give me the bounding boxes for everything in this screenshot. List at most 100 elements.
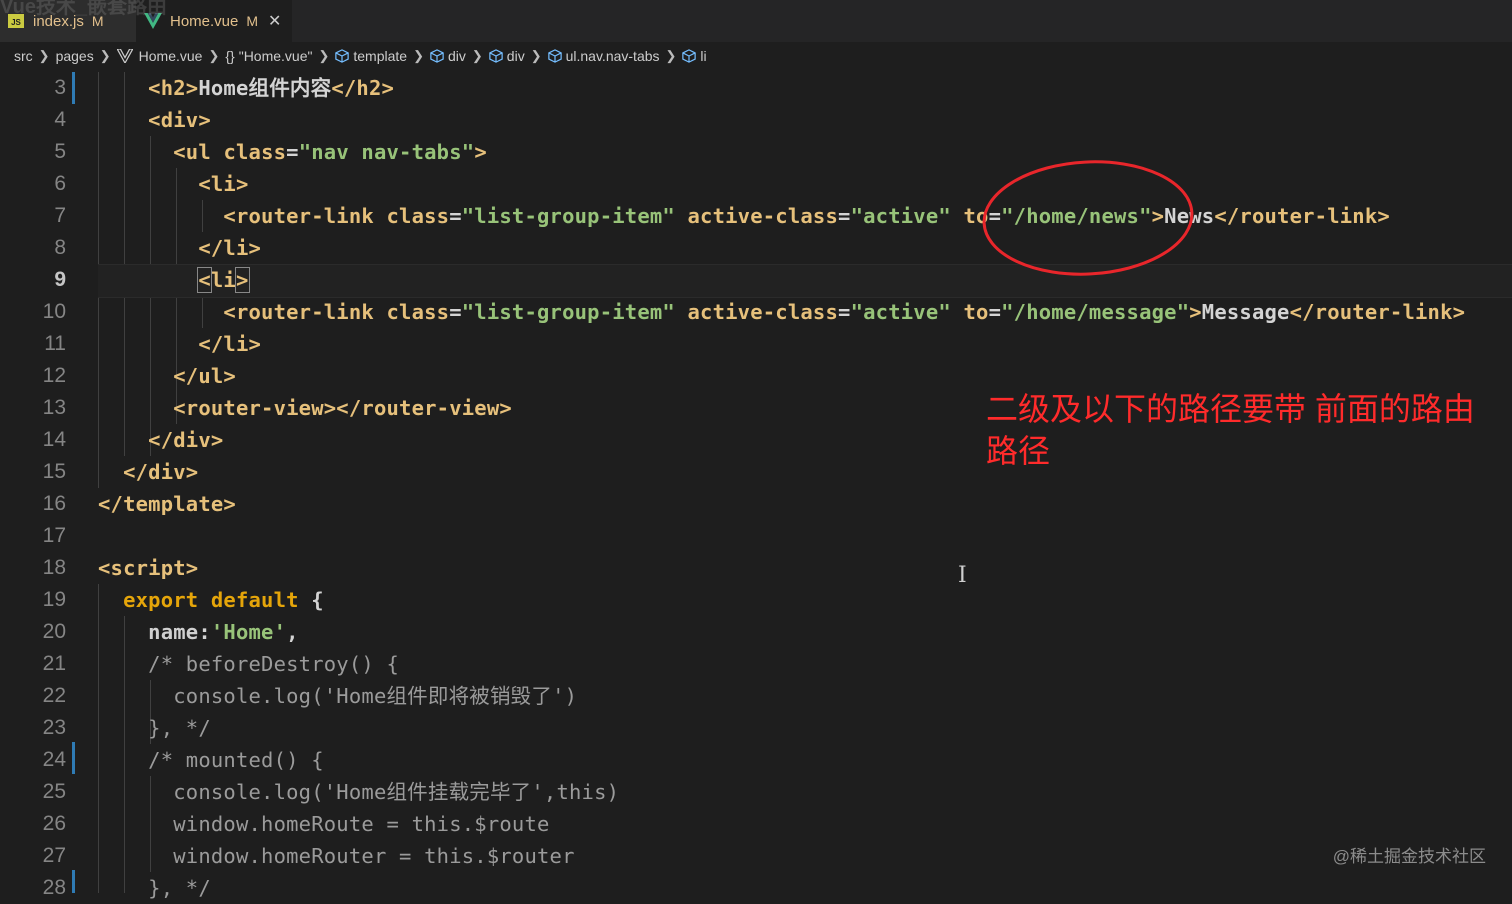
line-number: 19 [42,588,66,611]
code-text: </div> [123,460,199,484]
line-number: 3 [54,76,66,99]
breadcrumb-div[interactable]: div [430,48,466,64]
breadcrumb-div[interactable]: div [489,48,525,64]
line-number: 25 [42,780,66,803]
chevron-right-icon: ❯ [208,48,220,63]
close-icon[interactable]: ✕ [268,11,281,31]
code-text: window.homeRoute = this.$route [173,812,550,836]
tab-home-vue[interactable]: Home.vue M ✕ [136,0,292,42]
breadcrumb-pages[interactable]: pages [56,48,94,64]
code-text: }, */ [148,716,211,740]
breadcrumb-label: div [447,48,466,64]
code-text: <h2>Home组件内容</h2> [148,76,395,100]
line-number: 16 [42,492,66,515]
code-line[interactable]: 10 <router-link class="list-group-item" … [0,296,1512,328]
breadcrumb-component[interactable]: {} "Home.vue" [225,48,312,64]
code-line[interactable]: 25 console.log('Home组件挂载完毕了',this) [0,776,1512,808]
code-line[interactable]: 8 </li> [0,232,1512,264]
code-line[interactable]: 20 name:'Home', [0,616,1512,648]
code-line[interactable]: 22 console.log('Home组件即将被销毁了') [0,680,1512,712]
breadcrumb-li[interactable]: li [682,48,707,64]
code-line[interactable]: 4 <div> [0,104,1512,136]
line-number: 28 [42,876,66,899]
line-number: 24 [42,748,66,771]
code-line[interactable]: 28 }, */ [0,872,1512,904]
cube-icon [547,49,562,63]
code-text: <li> [197,267,250,293]
chevron-right-icon: ❯ [471,48,483,63]
breadcrumb: src ❯ pages ❯ Home.vue ❯ {} "Home.vue" ❯… [0,42,1512,70]
code-line[interactable]: 27 window.homeRouter = this.$router [0,840,1512,872]
code-line[interactable]: 24 /* mounted() { [0,744,1512,776]
cube-icon [682,49,697,63]
modified-badge: M [246,13,259,29]
chevron-right-icon: ❯ [99,48,111,63]
code-text: <router-view></router-view> [173,396,512,420]
breadcrumb-label: div [506,48,525,64]
breadcrumb-label: ul.nav.nav-tabs [565,48,660,64]
line-number: 13 [42,396,66,419]
breadcrumb-ul[interactable]: ul.nav.nav-tabs [547,48,660,64]
code-line[interactable]: 3 <h2>Home组件内容</h2> [0,72,1512,104]
line-number: 5 [54,140,66,163]
cube-icon [430,49,444,63]
line-number: 10 [42,300,66,323]
js-file-icon: JS [8,14,24,28]
breadcrumb-file[interactable]: Home.vue [116,48,203,64]
code-text: export default { [123,588,324,612]
code-line[interactable]: 16 </template> [0,488,1512,520]
chevron-right-icon: ❯ [318,48,330,63]
line-number: 17 [42,524,66,547]
code-line[interactable]: 5 <ul class="nav nav-tabs"> [0,136,1512,168]
breadcrumb-label: Home.vue [138,48,203,64]
code-text: console.log('Home组件挂载完毕了',this) [173,780,620,804]
vue-file-icon [116,49,133,63]
code-text: <script> [98,556,199,580]
code-line[interactable]: 21 /* beforeDestroy() { [0,648,1512,680]
code-text: </ul> [173,364,236,388]
line-number: 9 [54,268,66,291]
modified-badge: M [91,13,104,29]
code-line[interactable]: 26 window.homeRoute = this.$route [0,808,1512,840]
chevron-right-icon: ❯ [530,48,542,63]
line-number: 27 [42,844,66,867]
code-text: <li> [198,172,249,196]
line-number: 14 [42,428,66,451]
code-line[interactable]: 23 }, */ [0,712,1512,744]
line-number: 7 [54,204,66,227]
code-editor[interactable]: 3 <h2>Home组件内容</h2> 4 <div> 5 <ul class=… [0,72,1512,900]
code-text: name:'Home', [148,620,299,644]
line-number: 6 [54,172,66,195]
code-text: </template> [98,492,236,516]
code-text: <ul class="nav nav-tabs"> [173,140,487,164]
chevron-right-icon: ❯ [38,48,50,63]
code-text: }, */ [148,876,211,900]
breadcrumb-template[interactable]: template [335,48,407,64]
tab-label: Home.vue [170,12,239,30]
code-text: /* mounted() { [148,748,324,772]
code-line[interactable]: 7 <router-link class="list-group-item" a… [0,200,1512,232]
code-text: /* beforeDestroy() { [148,652,400,676]
code-line[interactable]: 18 <script> [0,552,1512,584]
current-line-highlight [98,264,1512,298]
line-number: 8 [54,236,66,259]
line-number: 4 [54,108,66,131]
code-line[interactable]: 17 [0,520,1512,552]
cube-icon [489,49,503,63]
annotation-line: 路径 [986,433,1051,469]
line-number: 26 [42,812,66,835]
code-text: </li> [198,332,262,356]
breadcrumb-src[interactable]: src [14,48,33,64]
tab-index-js[interactable]: JS index.js M [0,0,136,42]
code-line[interactable]: 19 export default { [0,584,1512,616]
line-number: 18 [42,556,66,579]
code-line-current[interactable]: 9 <li> [0,264,1512,298]
code-text: window.homeRouter = this.$router [173,844,575,868]
tab-bar: Vue技术_嵌套路由 JS index.js M Home.vue M ✕ [0,0,1512,42]
code-line[interactable]: 6 <li> [0,168,1512,200]
code-text: </li> [198,236,262,260]
code-text: <div> [148,108,211,132]
code-text: console.log('Home组件即将被销毁了') [173,684,578,708]
line-number: 15 [42,460,66,483]
code-line[interactable]: 11 </li> [0,328,1512,360]
